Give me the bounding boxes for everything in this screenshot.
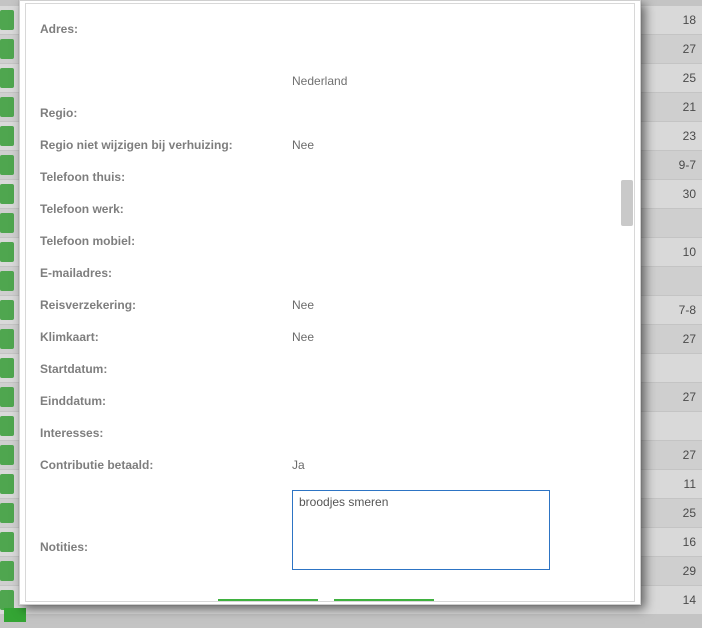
value-reis: Nee [292,298,612,312]
label-regio: Regio: [40,106,292,120]
label-email: E-mailadres: [40,266,292,280]
bg-row-number: 21 [683,100,696,114]
bg-row-badge [0,213,14,233]
bg-row-badge [0,532,14,552]
scrollbar-track[interactable] [620,4,634,601]
bg-row-badge [0,97,14,117]
bg-row-badge [0,184,14,204]
label-start: Startdatum: [40,362,292,376]
value-regio-lock: Nee [292,138,612,152]
bg-row-number: 10 [683,245,696,259]
bg-row-badge [0,503,14,523]
label-tel-thuis: Telefoon thuis: [40,170,292,184]
bg-row-number: 27 [683,332,696,346]
label-reis: Reisverzekering: [40,298,292,312]
bg-row-badge [0,358,14,378]
bg-row-number: 27 [683,448,696,462]
label-klim: Klimkaart: [40,330,292,344]
bg-row-number: 16 [683,535,696,549]
bg-row-badge [0,445,14,465]
label-regio-lock: Regio niet wijzigen bij verhuizing: [40,138,292,152]
value-adres: Nederland [292,22,612,90]
bg-row-number: 30 [683,187,696,201]
bg-row-number: 23 [683,129,696,143]
adres-line3: Nederland [292,74,612,90]
bg-row-badge [0,590,14,610]
scrollbar-thumb[interactable] [621,180,633,226]
label-interesses: Interesses: [40,426,292,440]
bg-row-badge [0,242,14,262]
bg-row-number: 7-8 [679,303,696,317]
label-tel-mobiel: Telefoon mobiel: [40,234,292,248]
label-contrib: Contributie betaald: [40,458,292,472]
bg-row-number: 25 [683,71,696,85]
bg-row-badge [0,10,14,30]
adres-line1 [292,22,612,38]
form-content: Adres: Nederland Regio: Regio niet wijzi… [26,4,634,602]
modal-dialog: Adres: Nederland Regio: Regio niet wijzi… [19,0,641,605]
bg-row-number: 11 [684,477,696,491]
save-button[interactable]: Opslaan [218,599,318,602]
bg-row-number: 27 [683,42,696,56]
bg-row-number: 27 [683,390,696,404]
value-contrib: Ja [292,458,612,472]
bg-row-badge [0,300,14,320]
bg-row-badge [0,39,14,59]
bg-row-number: 9-7 [679,158,696,172]
bg-row-badge [0,561,14,581]
bg-row-badge [0,387,14,407]
notities-textarea[interactable] [292,490,550,570]
bg-row-badge [0,474,14,494]
bg-row-number: 14 [683,593,696,607]
bg-row-badge [0,68,14,88]
bg-row-badge [0,126,14,146]
label-adres: Adres: [40,22,292,36]
back-button[interactable]: Terug [334,599,434,602]
bg-row-number: 25 [683,506,696,520]
label-eind: Einddatum: [40,394,292,408]
bg-row-number: 18 [683,13,696,27]
adres-line2 [292,48,612,64]
bg-row-badge [0,329,14,349]
value-klim: Nee [292,330,612,344]
bg-row-badge [0,271,14,291]
label-notities: Notities: [40,510,292,554]
bg-row-badge [0,416,14,436]
bg-row-badge [0,155,14,175]
label-tel-werk: Telefoon werk: [40,202,292,216]
bg-button [4,608,26,622]
modal-inner: Adres: Nederland Regio: Regio niet wijzi… [25,3,635,602]
bg-row-number: 29 [683,564,696,578]
